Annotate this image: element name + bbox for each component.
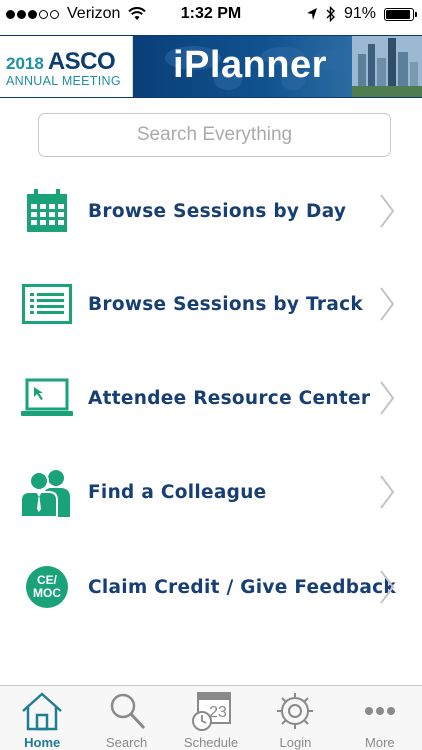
ce-moc-icon: CE/ MOC	[20, 560, 74, 614]
tab-search[interactable]: Search	[84, 686, 168, 750]
chevron-right-icon	[380, 287, 395, 321]
chevron-right-icon	[380, 381, 395, 415]
search-input[interactable]	[39, 114, 390, 156]
menu-item-label: Browse Sessions by Day	[88, 200, 347, 222]
chevron-right-icon	[380, 570, 395, 604]
list-icon	[20, 277, 74, 331]
ce-badge-line1: CE/	[37, 573, 58, 587]
gear-icon	[273, 690, 317, 732]
menu-item-label: Browse Sessions by Track	[88, 293, 363, 315]
tab-label: Search	[106, 735, 148, 750]
tab-home[interactable]: Home	[0, 686, 84, 750]
app-title: iPlanner	[173, 44, 327, 86]
laptop-icon	[20, 371, 74, 425]
tab-schedule[interactable]: 23 Schedule	[169, 686, 253, 750]
asco-logo: 2018 ASCO ANNUAL MEETING	[0, 36, 133, 97]
calendar-icon	[20, 184, 74, 238]
menu-item-label: Find a Colleague	[88, 481, 267, 503]
menu-item-find-colleague[interactable]: Find a Colleague	[0, 457, 422, 527]
menu-item-browse-by-day[interactable]: Browse Sessions by Day	[0, 176, 422, 246]
menu-item-attendee-resource-center[interactable]: Attendee Resource Center	[0, 363, 422, 433]
people-icon	[20, 465, 74, 519]
logo-subtitle: ANNUAL MEETING	[6, 74, 121, 88]
logo-org: ASCO	[47, 48, 116, 75]
home-icon	[20, 690, 64, 732]
ce-badge-line2: MOC	[33, 586, 61, 600]
chevron-right-icon	[380, 475, 395, 509]
status-bar: Verizon 1:32 PM 91%	[0, 0, 422, 30]
tab-bar: Home Search 23 Schedule Login More	[0, 685, 422, 750]
status-right: 91%	[306, 5, 417, 23]
search-field[interactable]	[38, 113, 391, 157]
logo-year: 2018	[6, 54, 44, 73]
menu-item-label: Attendee Resource Center	[88, 387, 371, 409]
magnifier-icon	[105, 690, 149, 732]
menu-item-browse-by-track[interactable]: Browse Sessions by Track	[0, 269, 422, 339]
tab-label: Login	[279, 735, 312, 750]
more-dots-icon	[358, 690, 402, 732]
hero-banner: iPlanner	[133, 36, 422, 97]
schedule-icon: 23	[189, 690, 233, 732]
bluetooth-icon	[326, 6, 335, 22]
city-skyline-image	[352, 36, 422, 97]
menu-item-label: Claim Credit / Give Feedback	[88, 576, 396, 598]
location-arrow-icon	[306, 8, 317, 20]
battery-fill	[386, 9, 410, 19]
tab-login[interactable]: Login	[253, 686, 337, 750]
tab-label: Schedule	[183, 735, 239, 750]
tab-more[interactable]: More	[338, 686, 422, 750]
chevron-right-icon	[380, 194, 395, 228]
battery-percent: 91%	[343, 5, 376, 22]
tab-label: More	[365, 735, 395, 750]
calendar-day: 23	[209, 704, 227, 721]
tab-label: Home	[24, 735, 61, 750]
header-banner: 2018 ASCO ANNUAL MEETING iPlanner	[0, 35, 422, 98]
battery-icon	[384, 7, 417, 21]
menu-item-claim-credit[interactable]: CE/ MOC Claim Credit / Give Feedback	[0, 552, 422, 622]
